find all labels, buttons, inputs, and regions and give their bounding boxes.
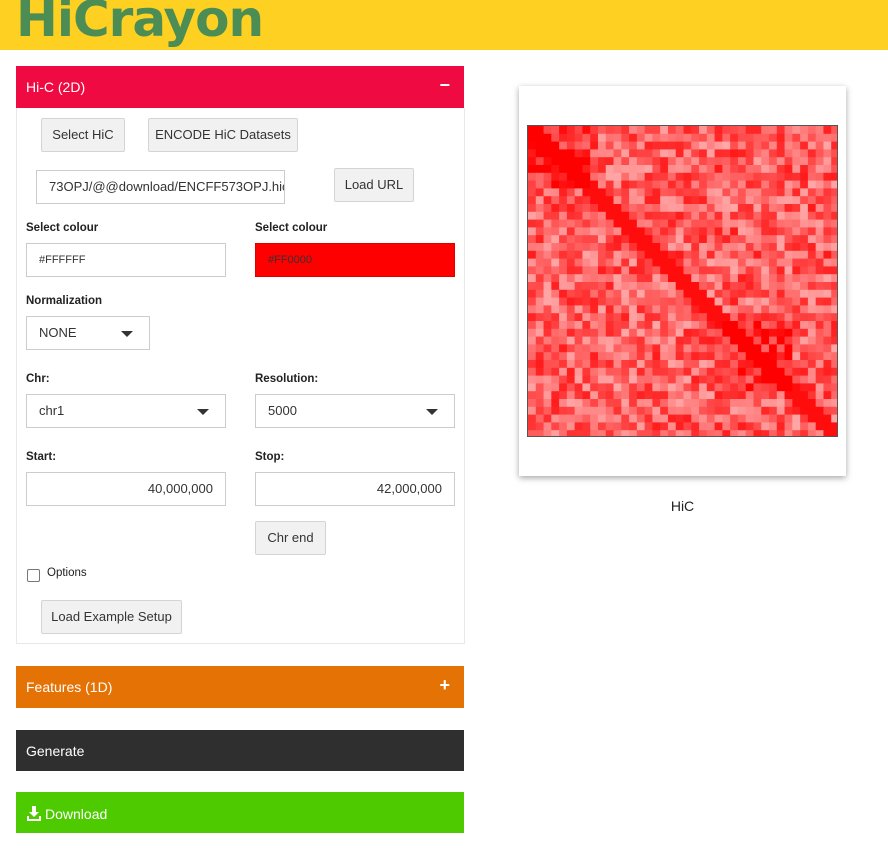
generate-label: Generate <box>26 743 85 759</box>
features-panel-title: Features (1D) <box>26 679 113 695</box>
features-panel-header[interactable]: Features (1D) + <box>16 666 464 708</box>
stop-label: Stop: <box>255 451 285 463</box>
options-label: Options <box>47 567 87 579</box>
plot-caption: HiC <box>670 498 695 514</box>
hic-url-input[interactable]: 73OPJ/@@download/ENCFF573OPJ.hic <box>36 170 285 204</box>
chr-value: chr1 <box>39 403 65 418</box>
expand-icon[interactable]: + <box>439 675 450 696</box>
chr-label: Chr: <box>26 373 50 385</box>
select-hic-button[interactable]: Select HiC <box>41 118 125 152</box>
collapse-icon[interactable]: − <box>439 75 450 96</box>
hic-panel-title: Hi-C (2D) <box>26 79 86 95</box>
normalization-select[interactable]: NONE <box>26 316 150 350</box>
start-input[interactable]: 40,000,000 <box>26 472 226 506</box>
encode-datasets-button[interactable]: ENCODE HiC Datasets <box>148 118 298 152</box>
colour2-label: Select colour <box>255 222 328 234</box>
download-icon <box>26 805 42 821</box>
colour2-input[interactable]: #FF0000 <box>255 243 455 277</box>
chevron-down-icon <box>121 331 133 337</box>
chr-end-button[interactable]: Chr end <box>255 521 326 555</box>
load-example-button[interactable]: Load Example Setup <box>41 600 182 634</box>
normalization-value: NONE <box>39 325 77 340</box>
resolution-value: 5000 <box>268 403 297 418</box>
colour1-label: Select colour <box>26 222 99 234</box>
normalization-label: Normalization <box>26 295 103 307</box>
options-checkbox[interactable] <box>27 569 40 582</box>
generate-button[interactable]: Generate <box>16 730 464 771</box>
stop-input[interactable]: 42,000,000 <box>255 472 455 506</box>
hic-panel-header[interactable]: Hi-C (2D) − <box>16 66 464 108</box>
top-bar: HiCrayon <box>0 0 888 50</box>
hic-panel-body: Select HiC ENCODE HiC Datasets 73OPJ/@@d… <box>16 108 465 644</box>
resolution-select[interactable]: 5000 <box>255 394 455 428</box>
chevron-down-icon <box>197 409 209 415</box>
app-logo: HiCrayon <box>16 0 264 48</box>
start-label: Start: <box>26 451 57 463</box>
hic-heatmap-image <box>528 126 837 436</box>
hic-heatmap <box>527 125 838 437</box>
load-url-button[interactable]: Load URL <box>334 168 414 202</box>
chevron-down-icon <box>426 409 438 415</box>
download-button[interactable]: Download <box>16 792 464 833</box>
download-label: Download <box>45 806 108 822</box>
colour1-input[interactable]: #FFFFFF <box>26 243 226 277</box>
chr-select[interactable]: chr1 <box>26 394 226 428</box>
resolution-label: Resolution: <box>255 373 319 385</box>
